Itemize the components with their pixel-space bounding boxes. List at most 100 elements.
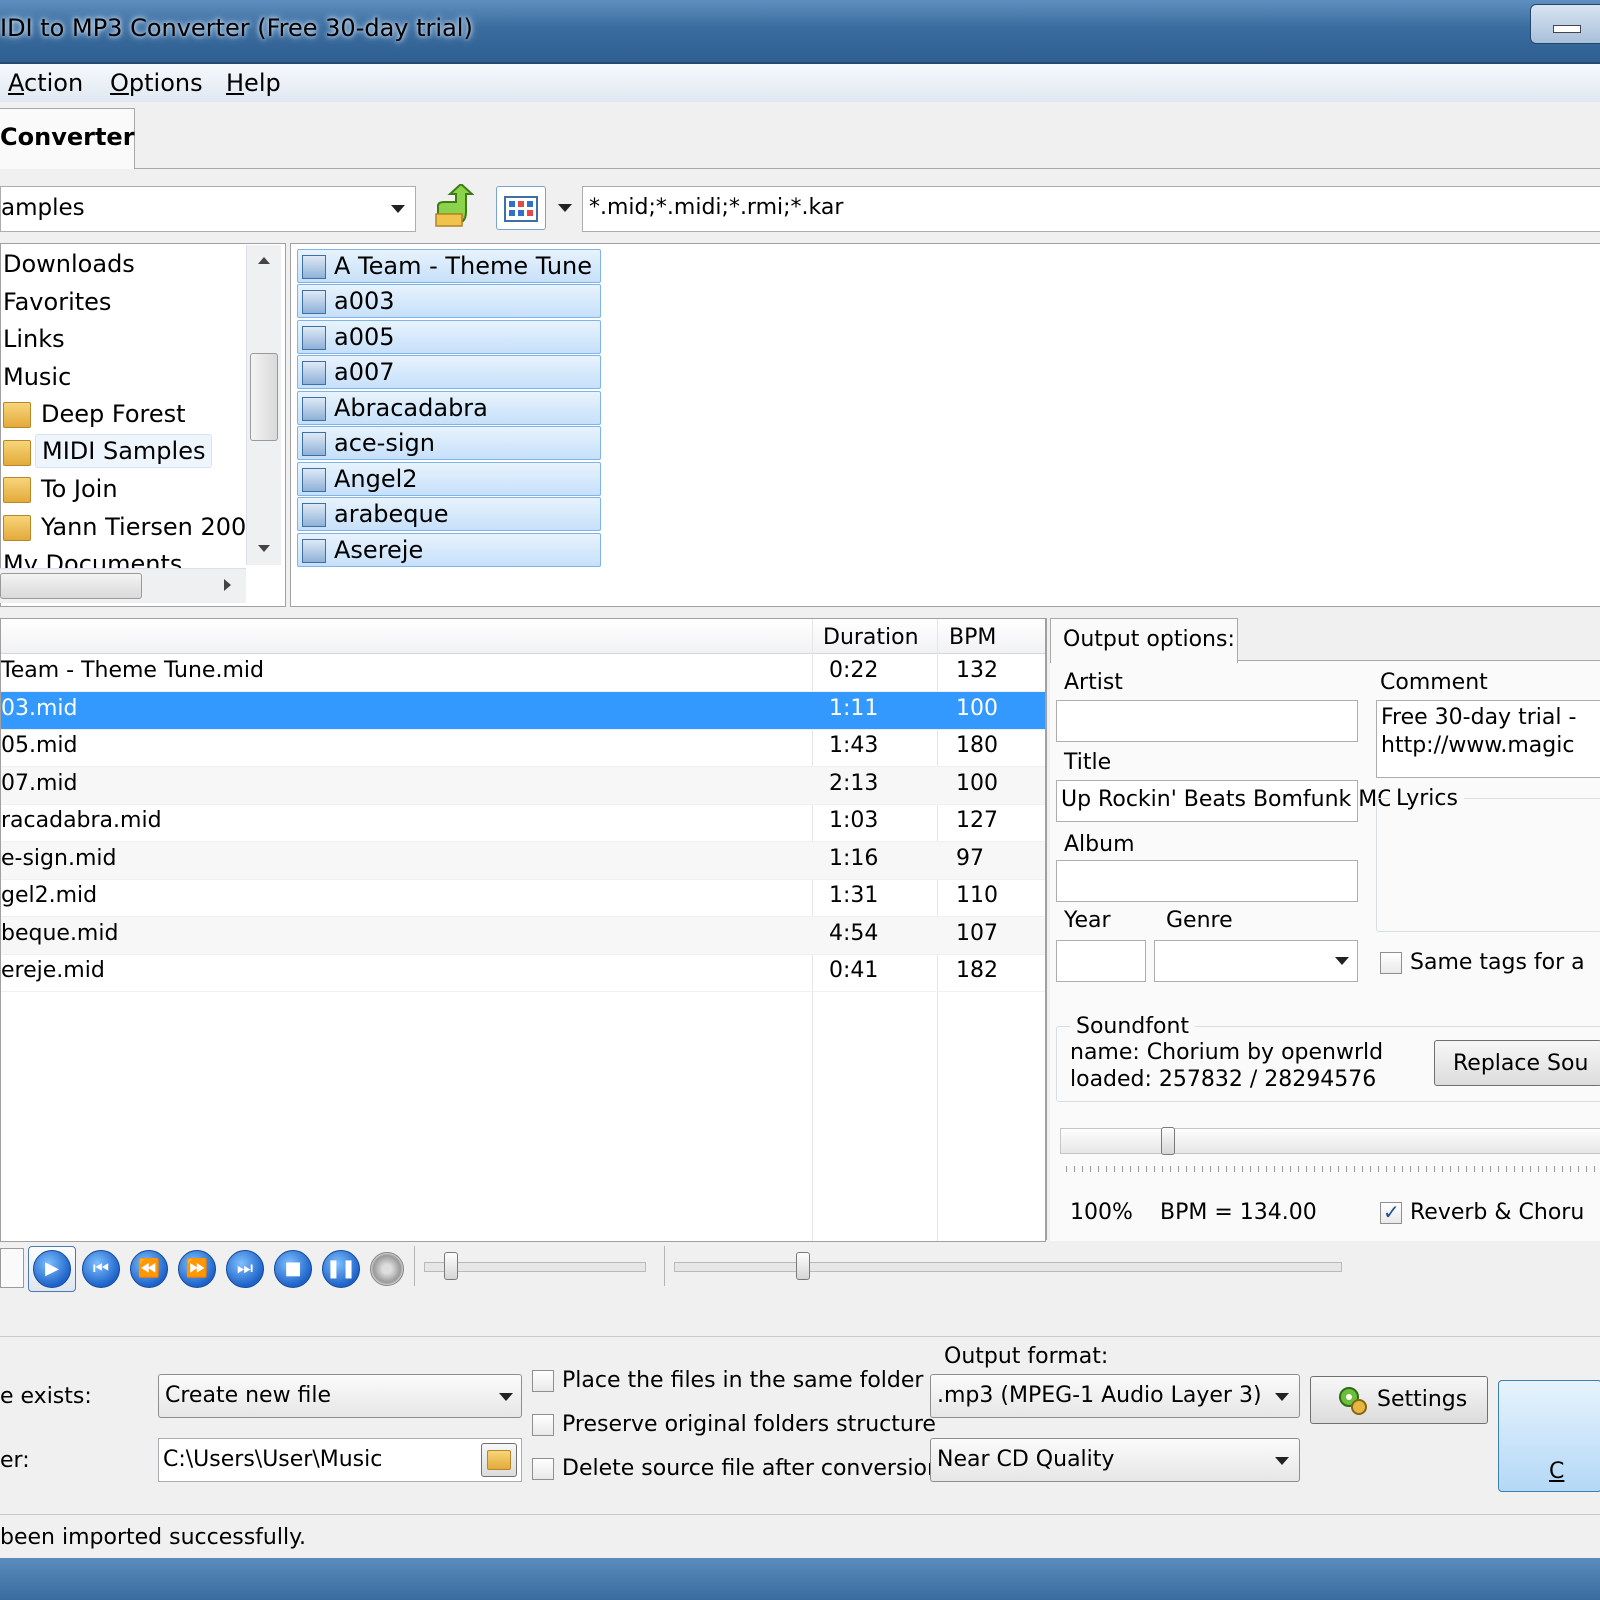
folder-path-combo[interactable]: amples (0, 186, 416, 232)
table-row[interactable]: 05.mid 1:43 180 (1, 729, 1045, 767)
chevron-down-icon (1335, 957, 1349, 965)
tab-strip (0, 102, 1600, 169)
file-filter-input[interactable]: *.mid;*.midi;*.rmi;*.kar (582, 186, 1600, 232)
file-item[interactable]: a007 (297, 355, 601, 389)
menu-help[interactable]: Help (226, 69, 281, 97)
menu-action[interactable]: Action (8, 69, 83, 97)
table-row[interactable]: racadabra.mid 1:03 127 (1, 804, 1045, 842)
tree-item[interactable]: Favorites (3, 288, 111, 316)
tab-converter[interactable]: Converter (0, 108, 135, 169)
output-format-select[interactable]: .mp3 (MPEG-1 Audio Layer 3) (930, 1374, 1300, 1418)
tab-output-options[interactable]: Output options: (1050, 618, 1238, 663)
fast-forward-button[interactable]: ⏩ (178, 1250, 216, 1288)
settings-button[interactable]: Settings (1310, 1376, 1488, 1424)
browse-folder-button[interactable] (481, 1443, 517, 1477)
tree-item[interactable]: Yann Tiersen 2008 (41, 513, 262, 541)
album-input[interactable] (1056, 860, 1358, 902)
rewind-icon: ⏪ (137, 1258, 161, 1279)
minimize-icon (1553, 25, 1581, 33)
tree-vertical-scrollbar[interactable] (246, 245, 281, 565)
view-mode-dropdown-icon[interactable] (558, 204, 572, 212)
scroll-thumb[interactable] (0, 573, 142, 599)
scroll-thumb[interactable] (250, 353, 278, 441)
file-item[interactable]: A Team - Theme Tune (297, 249, 601, 283)
year-input[interactable] (1056, 940, 1146, 982)
position-slider[interactable] (674, 1262, 1342, 1272)
next-track-button[interactable]: ⏭ (226, 1250, 264, 1288)
stop-button[interactable]: ■ (274, 1250, 312, 1288)
chevron-down-icon (1275, 1393, 1289, 1401)
table-row[interactable]: Team - Theme Tune.mid 0:22 132 (1, 654, 1045, 692)
table-row[interactable]: ereje.mid 0:41 182 (1, 954, 1045, 992)
slider-thumb[interactable] (1161, 1127, 1175, 1155)
volume-slider-thumb[interactable] (444, 1252, 458, 1280)
if-exists-select[interactable]: Create new file (158, 1374, 522, 1418)
convert-button[interactable]: C (1498, 1380, 1600, 1492)
tree-horizontal-scrollbar[interactable] (0, 568, 246, 603)
position-slider-thumb[interactable] (796, 1252, 810, 1280)
table-row[interactable]: 07.mid 2:13 100 (1, 767, 1045, 805)
year-label: Year (1064, 908, 1111, 933)
preserve-structure-label: Preserve original folders structure (562, 1412, 936, 1437)
file-item[interactable]: a003 (297, 284, 601, 318)
folder-tree[interactable]: Downloads Favorites Links Music Deep For… (0, 243, 286, 607)
window-title: IDI to MP3 Converter (Free 30-day trial) (0, 14, 473, 42)
tree-item-selected[interactable]: MIDI Samples (35, 434, 213, 468)
file-pane[interactable]: A Team - Theme Tune a003 a005 a007 Abrac… (290, 243, 1600, 607)
scroll-right-icon[interactable] (224, 579, 231, 591)
artist-input[interactable] (1056, 700, 1358, 742)
view-mode-button[interactable] (496, 186, 546, 230)
midi-file-icon (302, 432, 326, 456)
tree-item[interactable]: Deep Forest (41, 400, 186, 428)
tree-item[interactable]: Links (3, 325, 65, 353)
column-bpm[interactable]: BPM (949, 625, 996, 650)
table-row-selected[interactable]: 03.mid 1:11 100 (1, 692, 1045, 730)
chevron-down-icon (1275, 1457, 1289, 1465)
quality-select[interactable]: Near CD Quality (930, 1438, 1300, 1482)
file-item[interactable]: arabeque (297, 497, 601, 531)
table-row[interactable]: gel2.mid 1:31 110 (1, 879, 1045, 917)
table-row[interactable]: beque.mid 4:54 107 (1, 917, 1045, 955)
file-item[interactable]: Asereje (297, 533, 601, 567)
file-item[interactable]: ace-sign (297, 426, 601, 460)
skip-back-icon: ⏮ (92, 1258, 110, 1279)
preserve-structure-checkbox[interactable] (532, 1414, 554, 1436)
file-item[interactable]: Angel2 (297, 462, 601, 496)
tree-item[interactable]: Downloads (3, 250, 135, 278)
conversion-list[interactable]: Duration BPM Team - Theme Tune.mid 0:22 13… (0, 618, 1046, 1242)
file-item[interactable]: a005 (297, 320, 601, 354)
folder-icon (3, 515, 31, 541)
title-label: Title (1064, 750, 1112, 775)
title-input[interactable]: Up Rockin' Beats Bomfunk MC (1056, 780, 1393, 822)
minimize-button[interactable] (1530, 4, 1600, 44)
tree-item[interactable]: To Join (41, 475, 118, 503)
table-row[interactable]: e-sign.mid 1:16 97 (1, 842, 1045, 880)
midi-file-icon (302, 361, 326, 385)
reverb-chorus-checkbox[interactable] (1380, 1200, 1402, 1224)
genre-select[interactable] (1154, 940, 1358, 982)
replace-soundfont-button[interactable]: Replace Sou (1434, 1040, 1600, 1086)
rewind-button[interactable]: ⏪ (130, 1250, 168, 1288)
delete-source-checkbox[interactable] (532, 1458, 554, 1480)
output-folder-input[interactable]: C:\Users\User\Music (158, 1438, 522, 1482)
midi-file-icon (302, 539, 326, 563)
previous-track-button[interactable]: ⏮ (82, 1250, 120, 1288)
play-button[interactable]: ▶ (33, 1250, 71, 1288)
stop-icon: ■ (284, 1258, 302, 1279)
pause-button[interactable]: ❚❚ (322, 1250, 360, 1288)
lyrics-label: Lyrics (1390, 786, 1464, 811)
column-duration[interactable]: Duration (823, 625, 919, 650)
menu-options[interactable]: Options (110, 69, 203, 97)
volume-knob-icon[interactable] (370, 1252, 404, 1286)
scroll-down-icon[interactable] (258, 545, 270, 552)
file-item[interactable]: Abracadabra (297, 391, 601, 425)
folder-up-button[interactable] (434, 182, 475, 228)
tree-item[interactable]: Music (3, 363, 71, 391)
scroll-up-icon[interactable] (258, 257, 270, 264)
tempo-slider[interactable] (1060, 1127, 1600, 1155)
same-folder-checkbox[interactable] (532, 1370, 554, 1392)
same-tags-checkbox[interactable] (1380, 952, 1402, 974)
grid-view-icon (504, 196, 538, 222)
comment-input[interactable]: Free 30-day trial - http://www.magic (1376, 700, 1600, 778)
output-folder-label: er: (0, 1448, 30, 1473)
